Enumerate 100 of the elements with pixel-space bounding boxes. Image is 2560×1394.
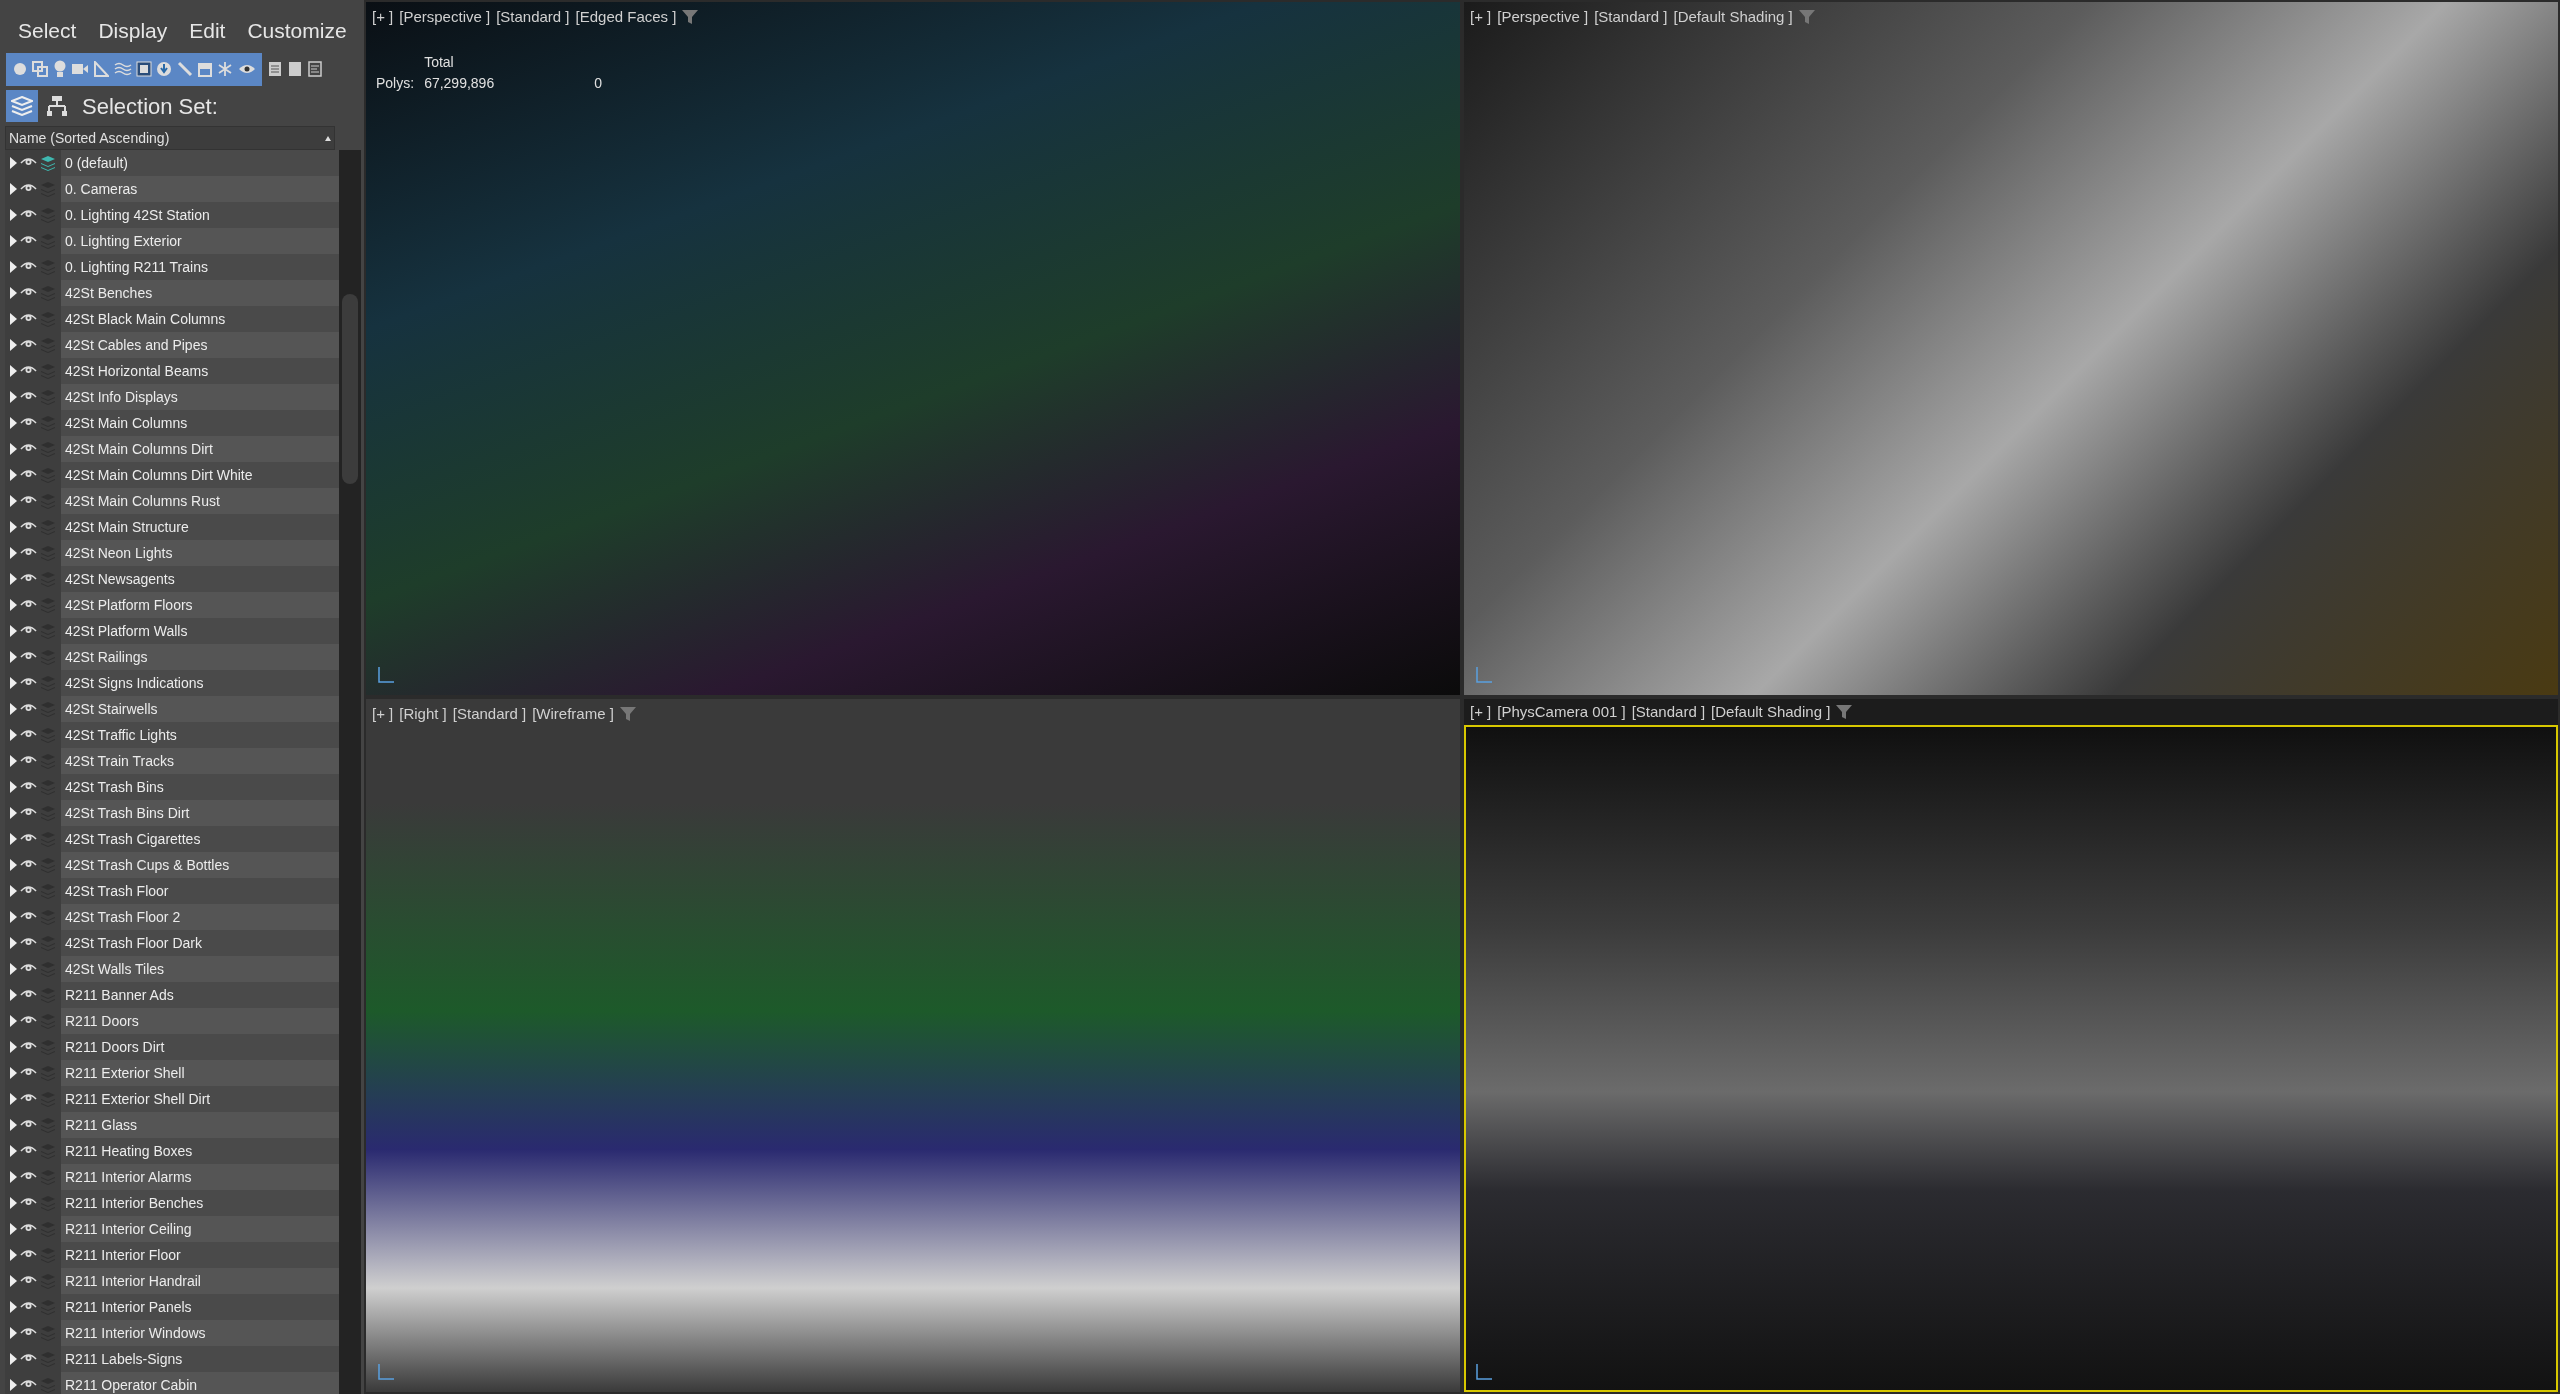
layer-name[interactable]: 42St Trash Bins Dirt — [61, 800, 339, 826]
eye-icon[interactable] — [20, 157, 37, 167]
menu-item[interactable]: Select — [18, 14, 77, 46]
eye-icon[interactable] — [20, 1275, 37, 1285]
expand-arrow-icon[interactable] — [10, 235, 17, 247]
expand-arrow-icon[interactable] — [10, 339, 17, 351]
layer-name[interactable]: R211 Interior Floor — [61, 1242, 339, 1268]
layer-name[interactable]: 0. Lighting R211 Trains — [61, 254, 339, 280]
menu-item[interactable]: Customize — [247, 14, 347, 46]
eye-icon[interactable] — [20, 963, 37, 973]
layer-name[interactable]: 42St Main Structure — [61, 514, 339, 540]
layer-name[interactable]: R211 Banner Ads — [61, 982, 339, 1008]
waves-icon[interactable] — [113, 62, 132, 76]
eye-icon[interactable] — [20, 1041, 37, 1051]
expand-arrow-icon[interactable] — [10, 729, 17, 741]
eye-icon[interactable] — [20, 469, 37, 479]
eye-icon[interactable] — [20, 1379, 37, 1389]
eye-icon[interactable] — [20, 1015, 37, 1025]
viewport-label[interactable]: [Standard ] — [1631, 700, 1706, 724]
eye-icon[interactable] — [20, 1145, 37, 1155]
eye-icon[interactable] — [20, 1067, 37, 1077]
viewport-label[interactable]: [Default Shading ] — [1711, 700, 1831, 724]
eye-icon[interactable] — [20, 547, 37, 557]
layer-name[interactable]: 0. Lighting Exterior — [61, 228, 339, 254]
layer-name[interactable]: 42St Horizontal Beams — [61, 358, 339, 384]
eye-icon[interactable] — [20, 1197, 37, 1207]
viewport-label[interactable]: [Standard ] — [1594, 6, 1668, 29]
layer-name[interactable]: R211 Interior Benches — [61, 1190, 339, 1216]
expand-arrow-icon[interactable] — [10, 1119, 17, 1131]
layer-name[interactable]: 42St Walls Tiles — [61, 956, 339, 982]
expand-arrow-icon[interactable] — [10, 313, 17, 325]
expand-arrow-icon[interactable] — [10, 573, 17, 585]
layer-name[interactable]: R211 Exterior Shell — [61, 1060, 339, 1086]
frame-icon[interactable] — [136, 61, 153, 77]
layer-name[interactable]: R211 Operator Cabin — [61, 1372, 339, 1394]
viewport-label[interactable]: [PhysCamera 001 ] — [1497, 700, 1626, 724]
expand-arrow-icon[interactable] — [10, 1353, 17, 1365]
eye-icon[interactable] — [20, 677, 37, 687]
expand-arrow-icon[interactable] — [10, 703, 17, 715]
filter-icon[interactable] — [1836, 705, 1853, 719]
eye-icon[interactable] — [20, 443, 37, 453]
eye-icon[interactable] — [20, 261, 37, 271]
eye-icon[interactable] — [20, 703, 37, 713]
expand-arrow-icon[interactable] — [10, 1171, 17, 1183]
viewport-label[interactable]: [Right ] — [399, 703, 447, 726]
expand-arrow-icon[interactable] — [10, 1327, 17, 1339]
layer-name[interactable]: R211 Doors — [61, 1008, 339, 1034]
eye-icon[interactable] — [20, 781, 37, 791]
triangle-ruler-icon[interactable] — [93, 61, 110, 77]
viewport-label[interactable]: [+ ] — [372, 6, 394, 29]
menu-item[interactable]: Edit — [189, 14, 226, 46]
eye-icon[interactable] — [20, 729, 37, 739]
layer-name[interactable]: R211 Interior Ceiling — [61, 1216, 339, 1242]
layer-name[interactable]: R211 Interior Handrail — [61, 1268, 339, 1294]
layer-name[interactable]: 42St Stairwells — [61, 696, 339, 722]
eye-icon[interactable] — [20, 521, 37, 531]
eye-icon[interactable] — [20, 651, 37, 661]
eye-icon[interactable] — [20, 235, 37, 245]
layer-name[interactable]: 42St Trash Floor 2 — [61, 904, 339, 930]
layer-name[interactable]: 42St Signs Indications — [61, 670, 339, 696]
eye-icon[interactable] — [20, 1301, 37, 1311]
layer-name[interactable]: 42St Black Main Columns — [61, 306, 339, 332]
expand-arrow-icon[interactable] — [10, 417, 17, 429]
layer-name[interactable]: 42St Main Columns — [61, 410, 339, 436]
layer-name[interactable]: 42St Cables and Pipes — [61, 332, 339, 358]
filter-icon[interactable] — [682, 10, 699, 25]
eye-icon[interactable] — [20, 885, 37, 895]
expand-arrow-icon[interactable] — [10, 1223, 17, 1235]
expand-arrow-icon[interactable] — [10, 625, 17, 637]
layer-name[interactable]: 0 (default) — [61, 150, 339, 176]
layer-name[interactable]: 42St Platform Walls — [61, 618, 339, 644]
layer-name[interactable]: 0. Cameras — [61, 176, 339, 202]
layer-name[interactable]: 42St Neon Lights — [61, 540, 339, 566]
layer-name[interactable]: 42St Main Columns Dirt White — [61, 462, 339, 488]
eye-icon[interactable] — [20, 1327, 37, 1337]
viewport-label[interactable]: [Perspective ] — [1497, 6, 1589, 29]
scrollbar[interactable] — [339, 150, 361, 1394]
layer-name[interactable]: 42St Info Displays — [61, 384, 339, 410]
download-circle-icon[interactable] — [156, 61, 173, 77]
eye-icon[interactable] — [20, 365, 37, 375]
eye-icon[interactable] — [20, 1171, 37, 1181]
eye-icon[interactable] — [20, 937, 37, 947]
layer-name[interactable]: 42St Trash Floor — [61, 878, 339, 904]
expand-arrow-icon[interactable] — [10, 365, 17, 377]
eye-icon[interactable] — [237, 63, 256, 75]
expand-arrow-icon[interactable] — [10, 1197, 17, 1209]
expand-arrow-icon[interactable] — [10, 469, 17, 481]
layer-name[interactable]: 42St Main Columns Rust — [61, 488, 339, 514]
expand-arrow-icon[interactable] — [10, 807, 17, 819]
eye-icon[interactable] — [20, 1223, 37, 1233]
eye-icon[interactable] — [20, 209, 37, 219]
expand-arrow-icon[interactable] — [10, 1067, 17, 1079]
eye-icon[interactable] — [20, 911, 37, 921]
eye-icon[interactable] — [20, 495, 37, 505]
eye-icon[interactable] — [20, 755, 37, 765]
expand-arrow-icon[interactable] — [10, 391, 17, 403]
layer-stack-icon[interactable] — [40, 155, 56, 171]
viewport-label[interactable]: [Standard ] — [496, 6, 570, 29]
expand-arrow-icon[interactable] — [10, 859, 17, 871]
expand-arrow-icon[interactable] — [10, 833, 17, 845]
